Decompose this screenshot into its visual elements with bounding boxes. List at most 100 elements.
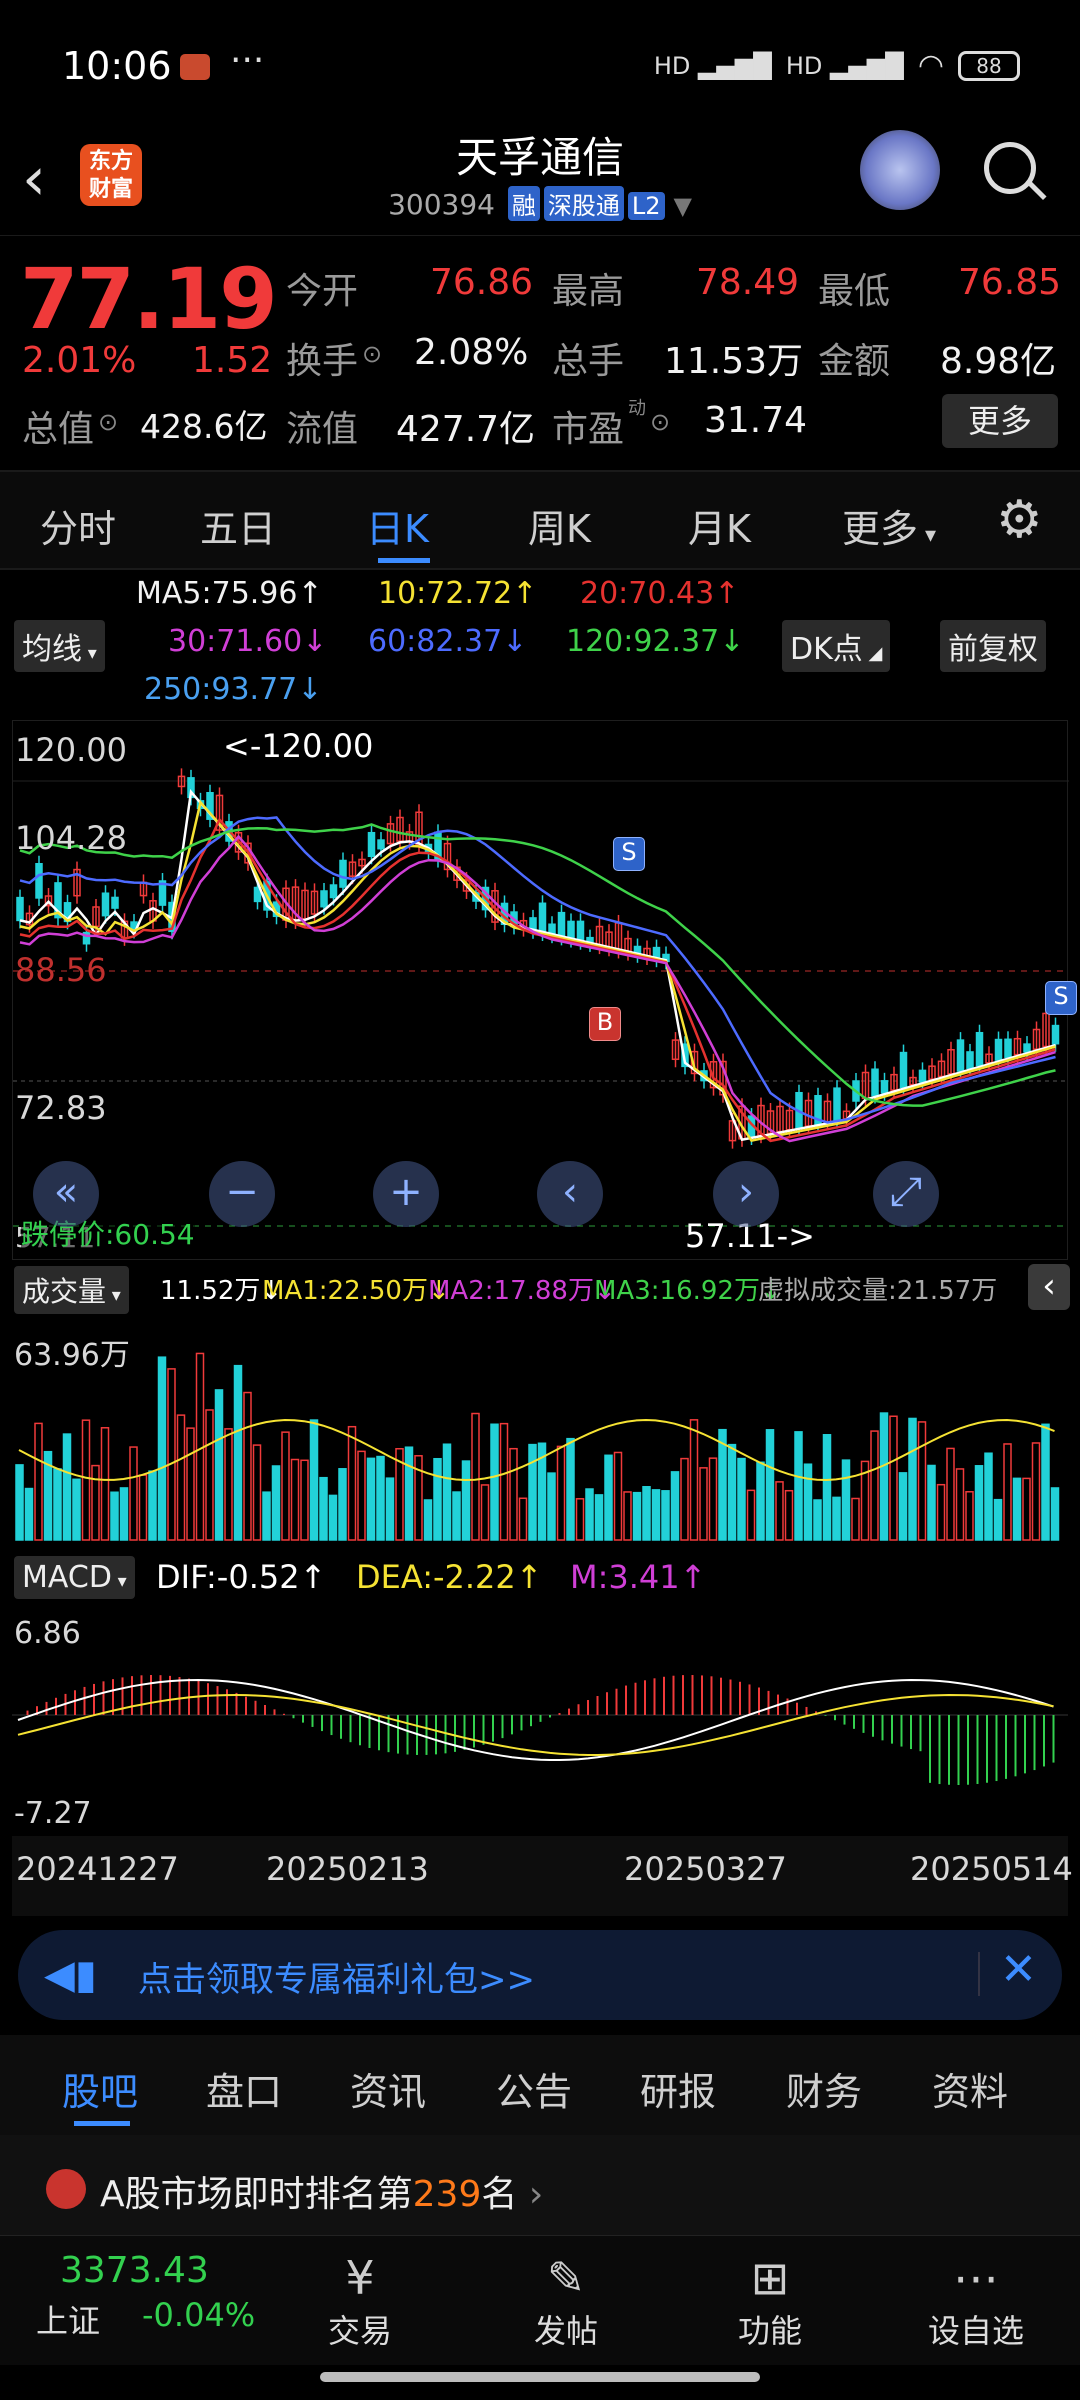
assistant-robot-icon[interactable]	[860, 130, 940, 210]
volume-bar	[499, 1422, 509, 1541]
index-value[interactable]: 3373.43	[60, 2250, 209, 2291]
volume-bar	[461, 1460, 471, 1541]
divider	[978, 1952, 980, 1996]
battery-icon: 88	[958, 50, 1020, 81]
volume-bar	[727, 1443, 737, 1541]
dk-point-selector[interactable]: DK点 ◢	[782, 620, 891, 672]
nav-functions-label: 功能	[737, 2312, 802, 2350]
fullscreen-icon[interactable]: ⤢	[873, 1161, 939, 1227]
status-icons: HD ▂▄▆█ HD ▂▄▆█ ◠ 88	[654, 48, 1020, 83]
volume-bar	[623, 1491, 632, 1541]
close-icon[interactable]: ✕	[1000, 1944, 1037, 1995]
buy-signal-icon[interactable]: B	[589, 1007, 621, 1041]
candle-body	[101, 892, 110, 917]
volume-bar	[81, 1419, 91, 1541]
active-tab-indicator	[74, 2121, 130, 2126]
tab-weekly-k[interactable]: 周K	[528, 498, 591, 553]
tab-profile[interactable]: 资料	[932, 2061, 1008, 2116]
volume-svg	[15, 1352, 1060, 1541]
volume-bar	[746, 1489, 756, 1541]
tab-more[interactable]: 更多 ▾	[842, 498, 936, 553]
macd-selector-label: MACD	[22, 1560, 112, 1595]
volume-bar	[176, 1414, 186, 1541]
volume-bar	[53, 1468, 62, 1541]
scroll-right-icon[interactable]: ›	[713, 1161, 779, 1227]
volume-bar	[366, 1457, 376, 1541]
adjust-selector[interactable]: 前复权	[940, 620, 1046, 672]
candle-body	[880, 1080, 889, 1094]
sell-signal-icon-2[interactable]: S	[1045, 981, 1077, 1015]
caret-down-icon: ▾	[82, 643, 97, 664]
volume-bar	[110, 1491, 119, 1541]
promo-banner[interactable]: ◀▮ 点击领取专属福利礼包>> ✕	[18, 1930, 1062, 2020]
tab-announcements[interactable]: 公告	[496, 2061, 572, 2116]
info-icon-3[interactable]: ⊙	[650, 408, 670, 436]
volume-bar	[262, 1491, 271, 1541]
sell-signal-icon[interactable]: S	[613, 837, 645, 871]
nav-watchlist[interactable]: ⋯ 设自选	[906, 2250, 1046, 2352]
connect-tag: 深股通	[543, 186, 624, 221]
nav-trade[interactable]: ¥ 交易	[290, 2250, 430, 2352]
nav-watchlist-label: 设自选	[927, 2312, 1024, 2350]
volume-bar	[955, 1468, 965, 1541]
zoom-in-icon[interactable]: +	[373, 1161, 439, 1227]
tab-monthly-k[interactable]: 月K	[688, 498, 751, 553]
macd-selector[interactable]: MACD ▾	[14, 1556, 135, 1599]
rank-prefix: A股市场即时排名第	[100, 2174, 413, 2215]
volume-bar	[34, 1422, 43, 1541]
volume-bar	[319, 1476, 328, 1541]
tab-intraday[interactable]: 分时	[40, 498, 116, 553]
open-value: 76.86	[430, 262, 534, 303]
volume-bar	[433, 1457, 442, 1541]
tab-news[interactable]: 资讯	[350, 2061, 426, 2116]
tab-daily-k[interactable]: 日K	[366, 498, 429, 553]
market-rank-row[interactable]: A股市场即时排名第239名 ›	[0, 2135, 1080, 2235]
volume-bar	[879, 1412, 889, 1541]
home-indicator[interactable]	[320, 2372, 760, 2382]
volume-bar	[328, 1494, 338, 1541]
nav-post[interactable]: ✎ 发帖	[496, 2250, 636, 2352]
index-change: -0.04%	[142, 2296, 256, 2334]
low-label: 最低	[818, 271, 891, 312]
candle-body	[557, 911, 566, 939]
date-label: 20250327	[624, 1850, 787, 1888]
volume-chart[interactable]: 63.96万	[12, 1300, 1068, 1550]
volume-bar	[186, 1427, 195, 1541]
tab-forum[interactable]: 股吧	[62, 2061, 138, 2116]
info-icon-2[interactable]: ⊙	[98, 408, 118, 436]
volume-bar	[775, 1481, 784, 1541]
macd-chart[interactable]: 6.86 -7.27	[12, 1600, 1068, 1831]
tab-five-day[interactable]: 五日	[200, 498, 276, 553]
period-tabs: 分时 五日 日K 周K 月K 更多 ▾ ⚙	[0, 470, 1080, 570]
volume-bar	[138, 1474, 148, 1541]
mktcap-label: 总值	[22, 409, 95, 450]
volume-bar	[528, 1443, 537, 1541]
high-label: 最高	[552, 271, 625, 312]
ma250-value: 250:93.77↓	[144, 672, 323, 707]
volume-bar	[347, 1425, 357, 1541]
volume-bar	[62, 1433, 72, 1541]
gear-icon[interactable]: ⚙	[996, 490, 1043, 550]
ma-selector[interactable]: 均线 ▾	[14, 620, 105, 672]
more-button[interactable]: 更多	[942, 394, 1058, 448]
nav-functions[interactable]: ⊞ 功能	[700, 2250, 840, 2352]
volume-bar	[119, 1487, 129, 1541]
promo-text[interactable]: 点击领取专属福利礼包>>	[138, 1952, 535, 2001]
volume-label: 总手	[552, 341, 625, 382]
zoom-out-icon[interactable]: −	[209, 1161, 275, 1227]
volume-bar	[756, 1461, 765, 1541]
candle-body	[918, 1069, 927, 1083]
tab-research[interactable]: 研报	[640, 2061, 716, 2116]
scroll-start-icon[interactable]: «	[33, 1161, 99, 1227]
info-icon[interactable]: ⊙	[362, 340, 382, 368]
tab-finance[interactable]: 财务	[786, 2061, 862, 2116]
candlestick-chart[interactable]: 120.00 104.28 88.56 72.83 57.11 <-120.00…	[12, 720, 1077, 1260]
volume-bar	[423, 1499, 433, 1541]
tab-orderbook[interactable]: 盘口	[206, 2061, 282, 2116]
candle-body	[377, 839, 385, 850]
scroll-left-icon[interactable]: ‹	[537, 1161, 603, 1227]
volume-bar	[556, 1445, 566, 1541]
volume-bar	[651, 1489, 661, 1541]
macd-dif: DIF:-0.52↑	[156, 1558, 327, 1596]
active-tab-indicator	[378, 558, 430, 563]
